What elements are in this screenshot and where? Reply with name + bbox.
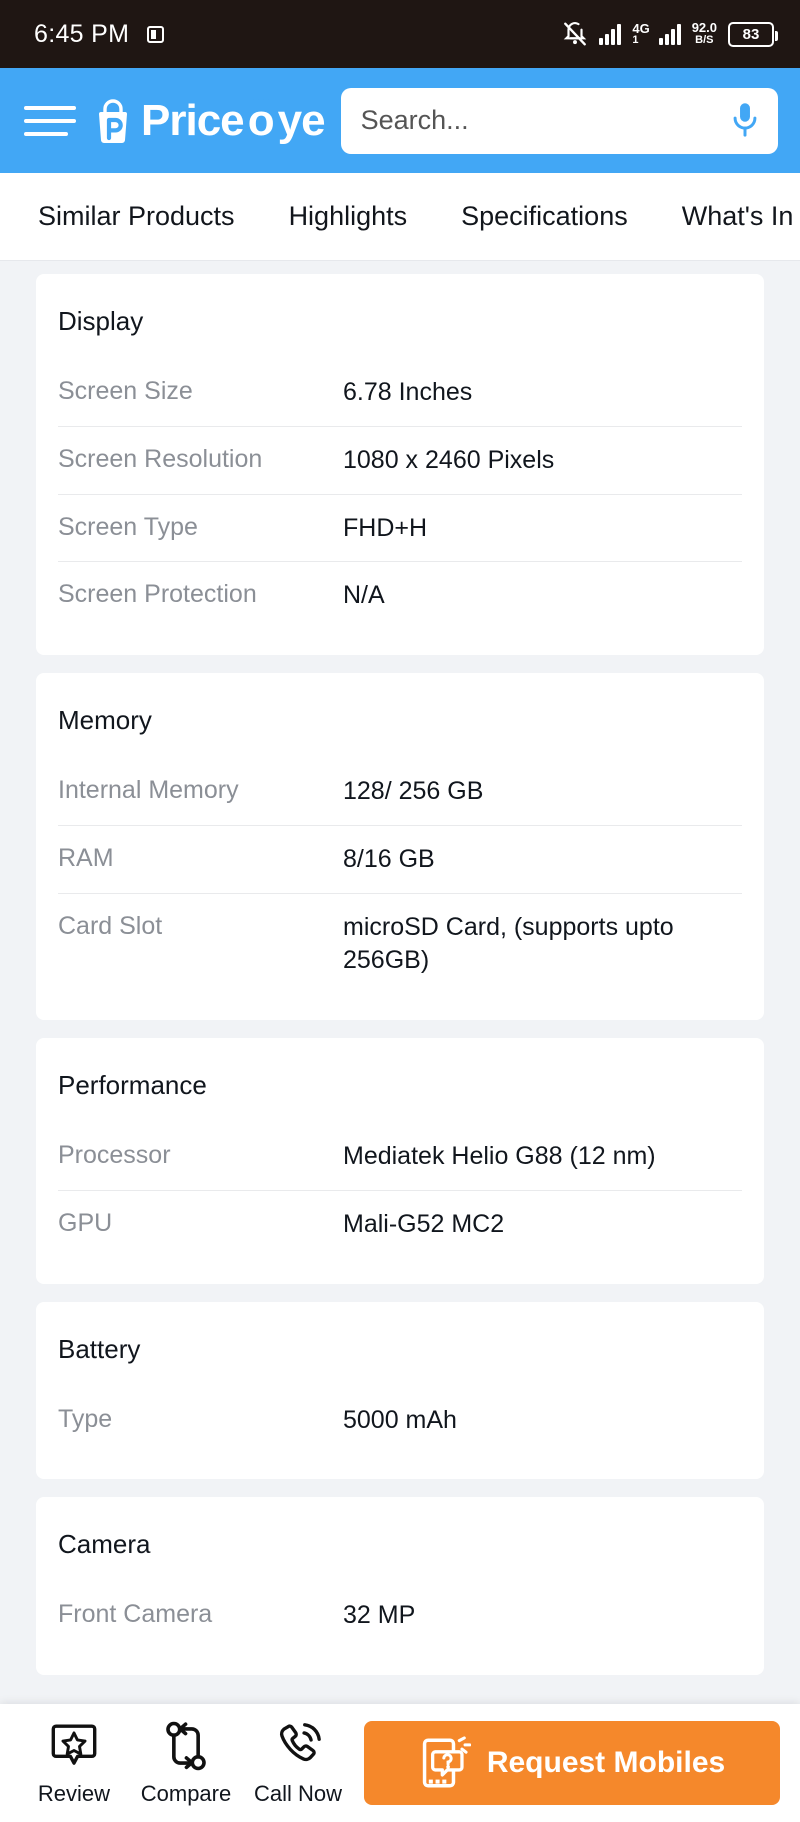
bottom-nav-label: Review [37, 1781, 111, 1806]
spec-value: 5000 mAh [343, 1405, 457, 1434]
spec-card-memory: Memory Internal Memory 128/ 256 GB RAM 8… [36, 673, 764, 1020]
card-title: Battery [58, 1333, 141, 1364]
spec-value: 32 MP [343, 1601, 416, 1630]
tab-specifications[interactable]: Specifications [461, 201, 628, 232]
microphone-icon[interactable] [728, 101, 762, 141]
spec-row: Type 5000 mAh [58, 1387, 742, 1454]
spec-row: Screen Size 6.78 Inches [58, 359, 742, 427]
card-title: Display [58, 306, 144, 336]
spec-row: Screen Type FHD+H [58, 495, 742, 563]
spec-card-battery: Battery Type 5000 mAh [36, 1301, 764, 1480]
specifications-content[interactable]: Display Screen Size 6.78 Inches Screen R… [0, 262, 800, 1704]
spec-row: Front Camera 32 MP [58, 1582, 742, 1649]
battery-indicator: 83 [728, 21, 778, 47]
data-speed-value: 92.0 [691, 20, 717, 36]
logo-wordmark: Price o ye [141, 95, 326, 145]
review-star-bubble-icon [51, 1724, 97, 1765]
spec-row: RAM 8/16 GB [58, 826, 742, 894]
logo-text-after: ye [277, 95, 326, 145]
shopping-bag-p-icon [99, 98, 127, 143]
spec-value: 1080 x 2460 Pixels [343, 445, 555, 474]
spec-value: N/A [343, 581, 385, 610]
signal-bars-icon [599, 23, 622, 45]
priceoye-logo[interactable]: Price o ye [92, 95, 326, 145]
search-input[interactable] [360, 105, 718, 136]
tab-similar-products[interactable]: Similar Products [38, 201, 235, 232]
spec-row: GPU Mali-G52 MC2 [58, 1191, 742, 1258]
spec-value: 128/ 256 GB [343, 777, 484, 805]
card-title: Camera [58, 1529, 151, 1560]
spec-value: FHD+H [343, 513, 428, 542]
spec-label: GPU [58, 1208, 113, 1237]
logo-text-o-stylized: o [244, 95, 278, 145]
bottom-nav-review[interactable]: Review [18, 1719, 130, 1807]
status-bar-right: 4G 1 92.0 B/S 83 [562, 21, 778, 47]
screen-cast-icon [147, 25, 165, 43]
mobile-question-icon [422, 1736, 471, 1788]
network-type-indicator: 4G 1 [632, 22, 649, 46]
spec-label: Card Slot [58, 911, 163, 940]
card-title: Memory [58, 705, 152, 735]
spec-label: Screen Resolution [58, 444, 263, 473]
spec-card-performance: Performance Processor Mediatek Helio G88… [36, 1038, 764, 1284]
compare-arrows-icon [166, 1721, 206, 1771]
spec-label: Screen Protection [58, 580, 257, 609]
data-speed-indicator: 92.0 B/S [692, 21, 717, 46]
spec-card-display: Display Screen Size 6.78 Inches Screen R… [36, 274, 764, 655]
logo-o-eyes-icon [253, 96, 269, 102]
spec-label: Internal Memory [58, 776, 239, 804]
spec-value: microSD Card, (supports upto 256GB) [343, 912, 674, 975]
spec-label: Front Camera [58, 1600, 213, 1629]
logo-o-char: o [247, 95, 275, 145]
spec-row: Internal Memory 128/ 256 GB [58, 758, 742, 826]
spec-label: Screen Type [58, 512, 198, 541]
card-title: Performance [58, 1070, 207, 1100]
data-speed-unit: B/S [695, 34, 714, 47]
spec-value: Mali-G52 MC2 [343, 1209, 505, 1238]
bottom-action-bar: Review Compare Call Now Request Mobiles [0, 1704, 800, 1822]
tab-whats-in-the-box[interactable]: What's In Th [682, 201, 800, 232]
spec-label: Screen Size [58, 377, 193, 405]
request-mobiles-button[interactable]: Request Mobiles [364, 1721, 780, 1805]
spec-label: Processor [58, 1141, 171, 1169]
spec-label: RAM [58, 843, 114, 872]
bottom-nav-compare[interactable]: Compare [130, 1719, 242, 1807]
logo-text-before: Price [141, 95, 245, 145]
spec-value: 8/16 GB [343, 844, 435, 873]
section-tabs: Similar Products Highlights Specificatio… [0, 173, 800, 261]
spec-label: Type [58, 1404, 113, 1433]
bell-muted-icon [564, 22, 587, 46]
request-mobiles-label: Request Mobiles [486, 1746, 726, 1779]
status-bar-left: 6:45 PM [34, 19, 165, 49]
network-sub-label: 1 [632, 34, 639, 46]
status-bar: 6:45 PM 4G 1 92.0 B/S 83 [0, 0, 800, 68]
bottom-nav-label: Call Now [253, 1781, 343, 1806]
spec-value: 6.78 Inches [343, 378, 473, 406]
search-bar[interactable] [340, 87, 778, 154]
spec-row: Processor Mediatek Helio G88 (12 nm) [58, 1123, 742, 1191]
tab-highlights[interactable]: Highlights [289, 201, 408, 232]
spec-card-camera: Camera Front Camera 32 MP [36, 1497, 764, 1675]
spec-row: Card Slot microSD Card, (supports upto 2… [58, 894, 742, 995]
bottom-nav-label: Compare [140, 1781, 232, 1806]
spec-row: Screen Protection N/A [58, 562, 742, 629]
spec-row: Screen Resolution 1080 x 2460 Pixels [58, 427, 742, 495]
hamburger-menu-icon[interactable] [24, 101, 76, 141]
signal-bars-icon-2 [658, 23, 681, 45]
bottom-nav-call-now[interactable]: Call Now [242, 1719, 354, 1807]
phone-ring-icon [279, 1723, 321, 1762]
app-header: Price o ye [0, 68, 800, 173]
battery-level: 83 [742, 25, 760, 43]
status-time: 6:45 PM [34, 19, 130, 48]
spec-value: Mediatek Helio G88 (12 nm) [343, 1142, 656, 1170]
